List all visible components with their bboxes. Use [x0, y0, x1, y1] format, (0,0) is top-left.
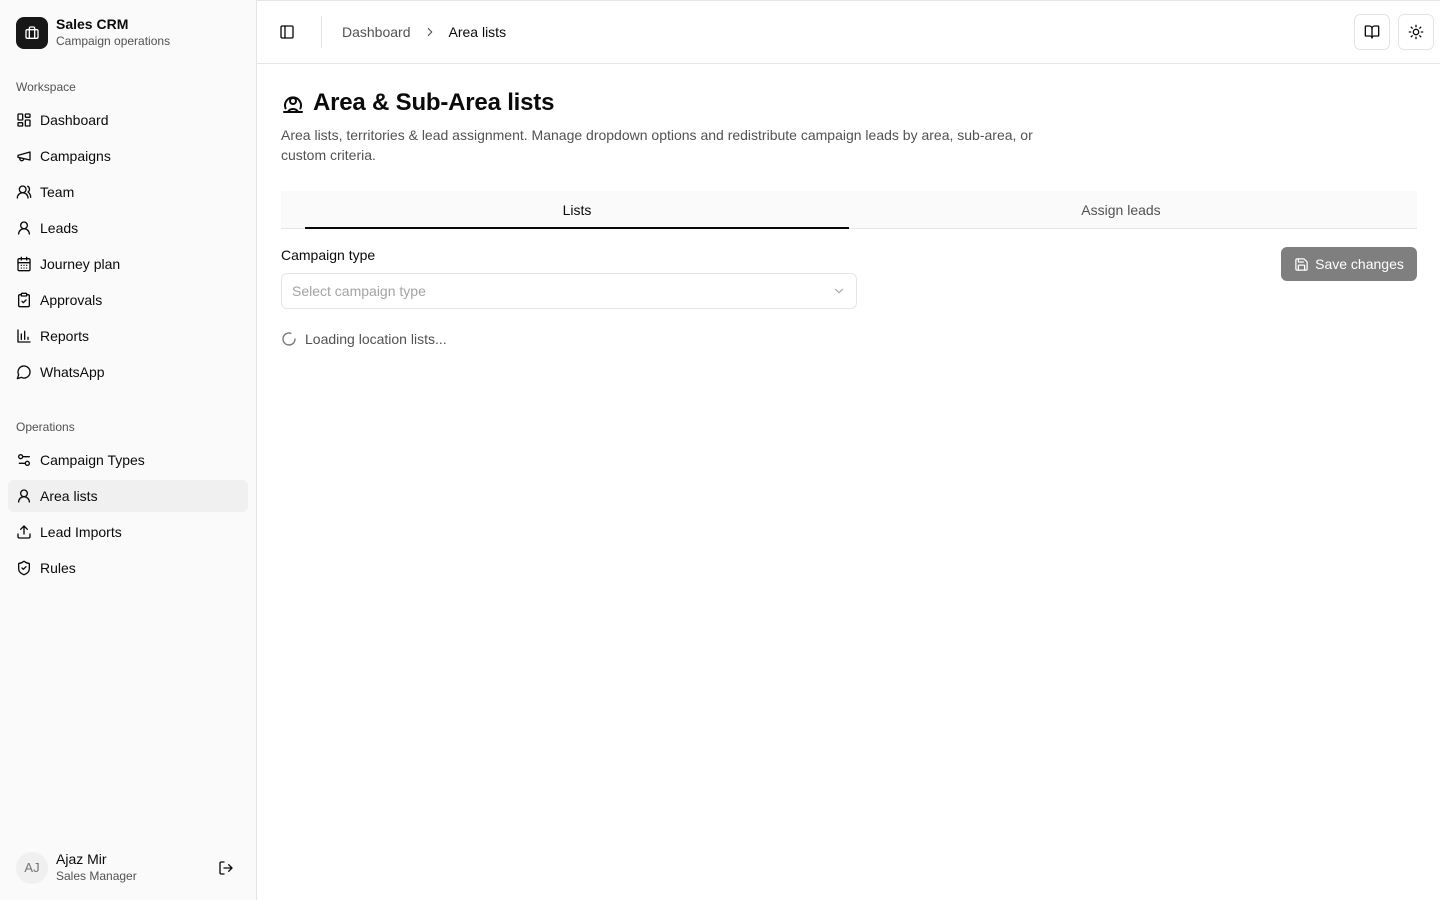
- panel-left-icon: [280, 25, 294, 39]
- briefcase-icon: [16, 16, 48, 49]
- brand[interactable]: Sales CRM Campaign operations: [16, 16, 170, 49]
- sidebar-item-rules[interactable]: Rules: [8, 552, 248, 584]
- megaphone-icon: [17, 151, 31, 162]
- sidebar: Sales CRM Campaign operations Workspace …: [0, 0, 256, 900]
- sidebar-item-campaigns[interactable]: Campaigns: [8, 140, 248, 172]
- chevron-right-icon: [423, 25, 437, 39]
- loading-text: Loading location lists...: [305, 331, 447, 347]
- sidebar-item-label: Reports: [40, 328, 90, 344]
- sidebar-item-team[interactable]: Team: [8, 176, 248, 208]
- sliders-icon: [17, 454, 30, 466]
- sidebar-item-label: Approvals: [40, 292, 103, 308]
- operations-nav: Campaign Types Area lists Lead Imports R…: [8, 444, 248, 588]
- user-profile: AJ Ajaz Mir Sales Manager: [16, 851, 240, 884]
- main-content: Dashboard Area lists Area & Sub-Area lis…: [256, 0, 1440, 900]
- page-content: Area & Sub-Area lists Area lists, territ…: [281, 89, 1417, 347]
- sidebar-item-label: Dashboard: [40, 112, 109, 128]
- sidebar-item-label: Area lists: [40, 488, 98, 504]
- campaign-type-select[interactable]: Select campaign type: [281, 273, 857, 309]
- workspace-nav: Dashboard Campaigns Team Leads Journey p…: [8, 104, 248, 392]
- upload-icon: [17, 525, 31, 539]
- sidebar-item-label: Leads: [40, 220, 79, 236]
- campaign-type-form: Campaign type Select campaign type Save …: [281, 247, 1417, 347]
- sidebar-item-approvals[interactable]: Approvals: [8, 284, 248, 316]
- book-open-icon: [1364, 25, 1380, 39]
- message-circle-icon: [16, 365, 31, 380]
- sidebar-item-label: Rules: [40, 560, 76, 576]
- map-pin-user-icon: [18, 489, 30, 503]
- sidebar-item-journey-plan[interactable]: Journey plan: [8, 248, 248, 280]
- sidebar-item-campaign-types[interactable]: Campaign Types: [8, 444, 248, 476]
- operations-group-label: Operations: [16, 420, 75, 434]
- top-bar: Dashboard Area lists: [257, 1, 1440, 64]
- map-pin-user-icon: [283, 96, 303, 113]
- campaign-type-placeholder: Select campaign type: [292, 283, 426, 299]
- tab-lists[interactable]: Lists: [305, 191, 849, 229]
- shield-check-icon: [18, 560, 30, 576]
- breadcrumb-dashboard-link[interactable]: Dashboard: [342, 24, 411, 40]
- sidebar-item-label: Campaign Types: [40, 452, 145, 468]
- sidebar-item-area-lists[interactable]: Area lists: [8, 480, 248, 512]
- sun-icon: [1408, 24, 1424, 40]
- page-description: Area lists, territories & lead assignmen…: [281, 127, 1033, 163]
- sidebar-item-dashboard[interactable]: Dashboard: [8, 104, 248, 136]
- users-icon: [16, 185, 32, 199]
- sidebar-toggle-button[interactable]: [273, 18, 301, 46]
- clipboard-check-icon: [18, 292, 30, 308]
- dashboard-icon: [17, 113, 31, 127]
- save-button-label: Save changes: [1315, 256, 1404, 272]
- sidebar-item-lead-imports[interactable]: Lead Imports: [8, 516, 248, 548]
- chevron-down-icon: [834, 288, 844, 294]
- bar-chart-icon: [17, 329, 31, 343]
- docs-button[interactable]: [1354, 14, 1390, 50]
- loading-indicator: Loading location lists...: [281, 331, 447, 347]
- tab-assign-leads[interactable]: Assign leads: [849, 191, 1393, 228]
- breadcrumb-current: Area lists: [448, 24, 507, 40]
- theme-toggle-button[interactable]: [1398, 14, 1434, 50]
- save-icon: [1295, 257, 1308, 271]
- sidebar-item-label: WhatsApp: [40, 364, 105, 380]
- calendar-icon: [17, 256, 31, 272]
- breadcrumb: Dashboard Area lists: [342, 24, 506, 40]
- sidebar-item-leads[interactable]: Leads: [8, 212, 248, 244]
- avatar: AJ: [16, 851, 48, 884]
- campaign-type-label: Campaign type: [281, 247, 376, 263]
- logout-button[interactable]: [212, 854, 240, 882]
- loader-icon: [282, 332, 296, 346]
- sidebar-item-whatsapp[interactable]: WhatsApp: [8, 356, 248, 388]
- divider: [321, 16, 322, 48]
- user-name: Ajaz Mir: [56, 851, 107, 867]
- save-changes-button[interactable]: Save changes: [1281, 247, 1417, 281]
- brand-title: Sales CRM: [56, 16, 129, 32]
- sidebar-item-label: Team: [40, 184, 75, 200]
- sidebar-item-label: Campaigns: [40, 148, 111, 164]
- sidebar-item-reports[interactable]: Reports: [8, 320, 248, 352]
- page-title: Area & Sub-Area lists: [313, 89, 555, 116]
- workspace-group-label: Workspace: [16, 80, 76, 94]
- user-icon: [18, 221, 30, 235]
- brand-subtitle: Campaign operations: [56, 34, 171, 48]
- log-out-icon: [219, 860, 233, 875]
- sidebar-item-label: Journey plan: [40, 256, 121, 272]
- tab-list: Lists Assign leads: [281, 191, 1417, 229]
- user-role: Sales Manager: [56, 869, 137, 883]
- sidebar-item-label: Lead Imports: [40, 524, 122, 540]
